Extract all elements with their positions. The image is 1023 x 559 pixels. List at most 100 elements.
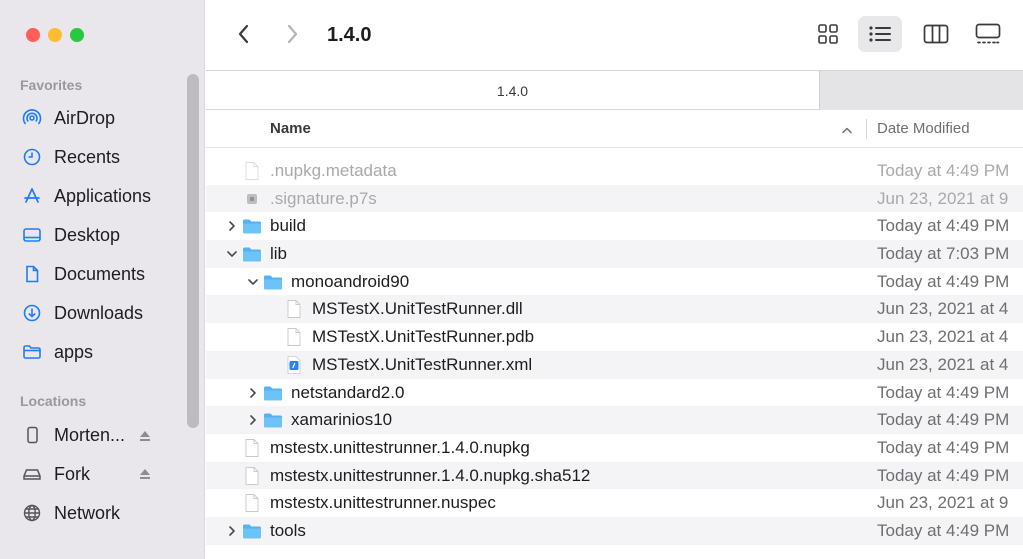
sidebar-scrollbar[interactable] [187,74,199,428]
file-row[interactable]: MSTestX.UnitTestRunner.dll Jun 23, 2021 a… [206,295,1023,324]
file-date-modified: Today at 4:49 PM [877,271,1010,291]
file-date-modified: Today at 4:49 PM [877,216,1010,236]
file-name: mstestx.unittestrunner.nuspec [270,493,496,513]
file-date-modified: Jun 23, 2021 at 4 [877,327,1009,347]
column-header: Name Date Modified [206,110,1023,148]
tab-bar-empty-area[interactable] [819,71,1023,110]
file-name: mstestx.unittestrunner.1.4.0.nupkg [270,437,530,457]
file-date-modified: Today at 4:49 PM [877,161,1010,180]
folder-row[interactable]: tools Today at 4:49 PM [206,516,1023,545]
name-column-header[interactable]: Name [270,120,311,137]
list-view-button[interactable] [858,16,902,52]
download-icon [20,301,44,325]
column-divider[interactable] [866,119,867,139]
drive-icon [20,462,44,486]
close-window-button[interactable] [26,28,40,42]
folder-row[interactable]: xamarinios10 Today at 4:49 PM [206,406,1023,434]
file-row[interactable]: mstestx.unittestrunner.1.4.0.nupkg.sha51… [206,461,1023,490]
folder-row[interactable]: monoandroid90 Today at 4:49 PM [206,268,1023,296]
sidebar-item-applications[interactable]: Applications [20,181,190,211]
airdrop-icon [20,106,44,130]
sidebar-item-label: Documents [54,263,146,284]
sidebar-item-label: Desktop [54,224,121,245]
sidebar-item-downloads[interactable]: Downloads [20,298,190,328]
window-controls [26,28,84,42]
eject-icon[interactable] [137,428,153,444]
minimize-window-button[interactable] [48,28,62,42]
folder-icon [20,340,44,364]
applications-icon [20,184,44,208]
disclosure-collapsed-icon[interactable] [246,386,260,400]
disclosure-collapsed-icon[interactable] [225,524,239,538]
file-icon [245,466,259,485]
toolbar: 1.4.0 [206,0,1023,70]
disclosure-expanded-icon[interactable] [225,247,239,261]
file-icon [287,300,301,319]
file-row[interactable]: mstestx.unittestrunner.nuspec Jun 23, 202… [206,489,1023,517]
file-icon [245,438,259,457]
sidebar-item-fork[interactable]: Fork [20,459,190,489]
folder-icon [243,219,261,234]
sidebar-item-device[interactable]: Morten... [20,420,190,450]
file-date-modified: Jun 23, 2021 at 4 [877,299,1009,319]
file-date-modified: Jun 23, 2021 at 4 [877,354,1009,374]
forward-button[interactable] [278,20,306,48]
sidebar-item-desktop[interactable]: Desktop [20,220,190,250]
sidebar-item-airdrop[interactable]: AirDrop [20,103,190,133]
sort-ascending-icon[interactable] [840,123,854,137]
disclosure-collapsed-icon[interactable] [225,219,239,233]
columns-icon [923,24,949,44]
column-view-button[interactable] [914,16,958,52]
folder-icon [243,524,261,539]
file-row[interactable]: MSTestX.UnitTestRunner.xml Jun 23, 2021 a… [206,350,1023,379]
file-name: .nupkg.metadata [270,161,397,180]
gallery-icon [975,23,1001,44]
locations-heading: Locations [20,393,87,409]
zoom-window-button[interactable] [70,28,84,42]
tab-bar: 1.4.0 [206,70,1023,110]
file-row[interactable]: .nupkg.metadata Today at 4:49 PM [206,157,1023,185]
sidebar-item-apps[interactable]: apps [20,337,190,367]
sidebar-item-network[interactable]: Network [20,498,190,528]
file-name: MSTestX.UnitTestRunner.dll [312,299,523,319]
folder-icon [243,247,261,262]
file-date-modified: Today at 4:49 PM [877,410,1010,430]
file-row[interactable]: mstestx.unittestrunner.1.4.0.nupkg Today … [206,434,1023,462]
file-icon [287,328,301,347]
file-date-modified: Today at 4:49 PM [877,520,1010,540]
file-row[interactable]: MSTestX.UnitTestRunner.pdb Jun 23, 2021 a… [206,323,1023,351]
sidebar: Favorites AirDrop Recents Applications D… [0,0,205,559]
sidebar-item-label: Fork [54,463,90,484]
icon-view-button[interactable] [806,16,850,52]
network-icon [20,501,44,525]
sidebar-item-documents[interactable]: Documents [20,259,190,289]
folder-row[interactable]: build Today at 4:49 PM [206,212,1023,240]
chevron-right-icon [287,24,298,44]
file-name: monoandroid90 [291,271,410,291]
file-name: MSTestX.UnitTestRunner.pdb [312,327,535,347]
file-date-modified: Today at 7:03 PM [877,244,1010,264]
sidebar-item-label: Network [54,502,121,523]
phone-icon [20,423,44,447]
tab-current[interactable]: 1.4.0 [206,71,819,110]
back-button[interactable] [230,20,258,48]
disclosure-collapsed-icon[interactable] [246,413,260,427]
file-name: lib [270,244,288,264]
file-date-modified: Jun 23, 2021 at 9 [877,188,1009,208]
folder-icon [264,275,282,290]
gallery-view-button[interactable] [966,16,1010,52]
disclosure-expanded-icon[interactable] [246,275,260,289]
folder-icon [264,386,282,400]
sidebar-item-label: Morten... [54,424,126,445]
certificate-icon [247,193,257,204]
date-modified-column-header[interactable]: Date Modified [877,120,970,137]
file-name: xamarinios10 [291,410,393,430]
sidebar-item-recents[interactable]: Recents [20,142,190,172]
file-date-modified: Today at 4:49 PM [877,437,1010,457]
file-icon [245,162,259,180]
eject-icon[interactable] [137,466,153,482]
folder-row[interactable]: netstandard2.0 Today at 4:49 PM [206,379,1023,407]
folder-row[interactable]: lib Today at 7:03 PM [206,240,1023,268]
file-row[interactable]: .signature.p7s Jun 23, 2021 at 9 [206,184,1023,213]
file-name: build [270,216,306,236]
